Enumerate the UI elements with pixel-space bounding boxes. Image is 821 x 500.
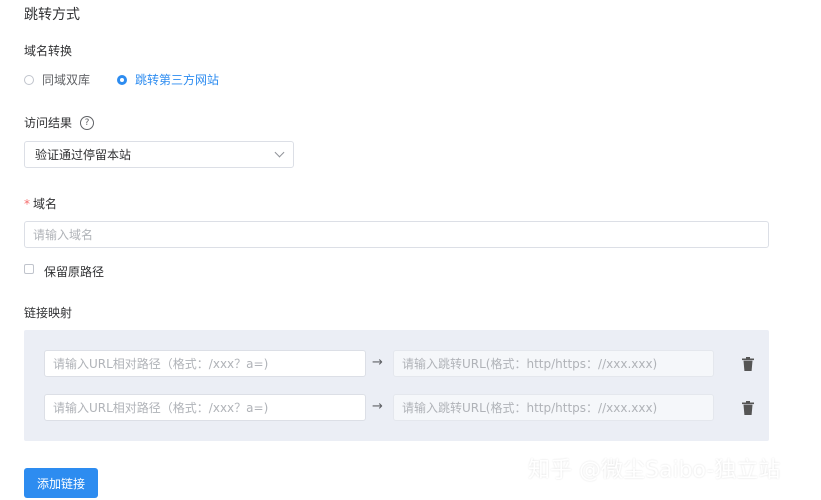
source-path-input[interactable]: [44, 394, 366, 421]
watermark: 知乎 @微尘Saibo-独立站: [528, 458, 781, 483]
page-title: 跳转方式: [24, 7, 80, 23]
link-mapping-label: 链接映射: [24, 306, 73, 320]
domain-convert-label: 域名转换: [24, 44, 73, 58]
radio-indicator: [24, 74, 34, 85]
visit-result-select[interactable]: 验证通过停留本站: [24, 141, 294, 168]
domain-input[interactable]: [24, 221, 769, 248]
trash-icon[interactable]: [742, 401, 754, 415]
keep-path-checkbox[interactable]: [24, 264, 34, 274]
radio-indicator-checked: [117, 74, 127, 85]
radio-same-domain[interactable]: 同域双库: [24, 71, 90, 88]
arrow-right-icon: →: [372, 399, 383, 414]
radio-third-party[interactable]: 跳转第三方网站: [117, 71, 219, 88]
link-mapping-panel: [24, 330, 769, 441]
chevron-down-icon: [274, 147, 285, 158]
trash-icon[interactable]: [742, 357, 754, 371]
add-link-button[interactable]: 添加链接: [24, 468, 98, 498]
source-path-input[interactable]: [44, 350, 366, 377]
arrow-right-icon: →: [372, 355, 383, 370]
target-url-input[interactable]: [393, 350, 714, 377]
visit-result-label-row: 访问结果 ?: [24, 114, 95, 131]
domain-label: 域名: [33, 197, 58, 211]
target-url-input[interactable]: [393, 394, 714, 421]
radio-label-third-party: 跳转第三方网站: [135, 73, 220, 87]
radio-label-same-domain: 同域双库: [42, 73, 91, 87]
visit-result-selected-value: 验证通过停留本站: [35, 148, 132, 162]
domain-label-row: * 域名: [24, 195, 57, 212]
question-circle-icon[interactable]: ?: [80, 115, 95, 130]
required-mark: *: [24, 197, 30, 211]
keep-path-label: 保留原路径: [44, 265, 105, 279]
visit-result-label: 访问结果: [24, 116, 73, 130]
